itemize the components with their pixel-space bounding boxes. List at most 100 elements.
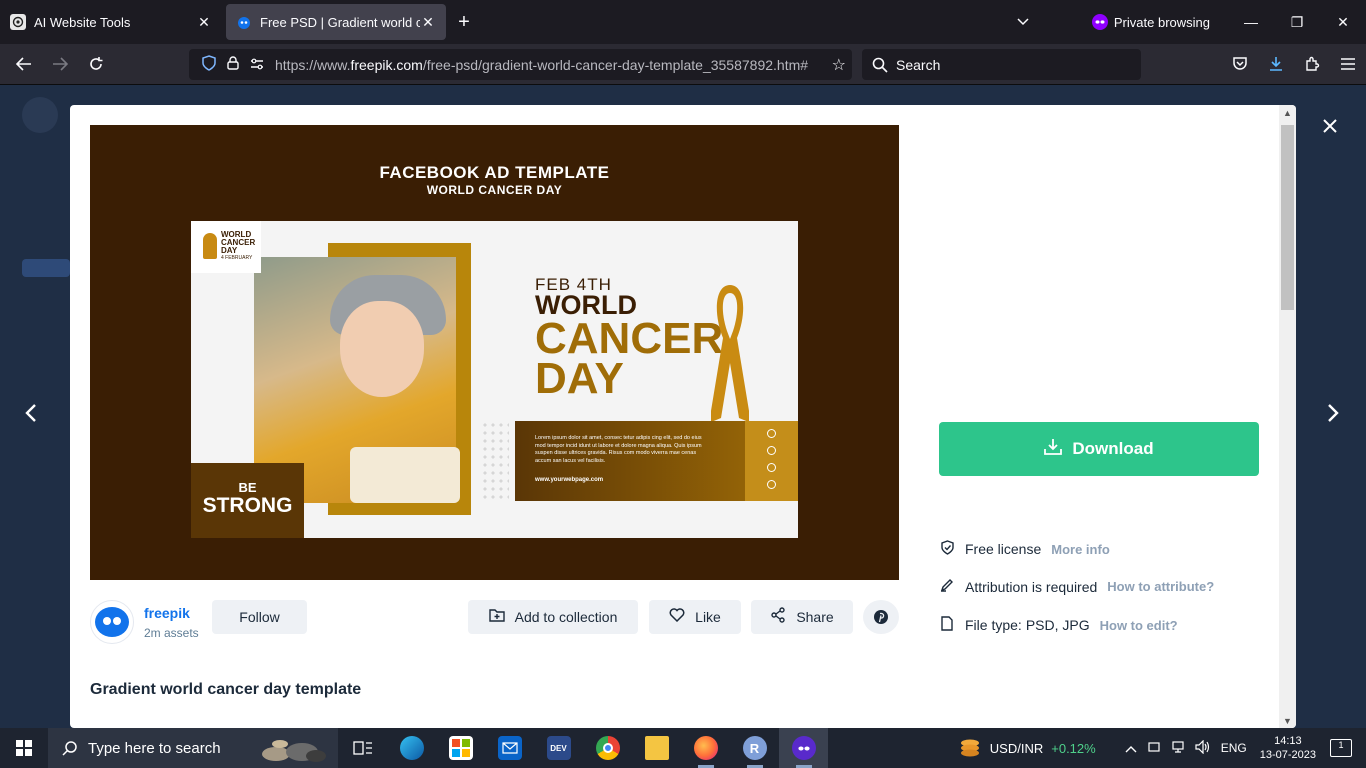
url-text[interactable]: https://www.freepik.com/free-psd/gradien…: [275, 57, 811, 73]
taskbar-search[interactable]: Type here to search: [48, 728, 338, 768]
volume-icon[interactable]: [1195, 739, 1211, 757]
preview-heading: FACEBOOK AD TEMPLATE: [379, 163, 610, 182]
clock[interactable]: 14:13 13-07-2023: [1260, 734, 1316, 762]
windows-logo-icon: [16, 740, 32, 756]
chrome-icon[interactable]: [583, 728, 632, 768]
how-to-edit-link[interactable]: How to edit?: [1100, 618, 1178, 633]
license-label: Free license: [965, 541, 1042, 557]
private-mask-icon: [1091, 14, 1108, 30]
facebook-icon: [767, 446, 776, 455]
like-button[interactable]: Like: [649, 600, 741, 634]
pen-icon: [939, 578, 955, 595]
edge-icon[interactable]: [387, 728, 436, 768]
forward-arrow-icon[interactable]: [42, 48, 78, 80]
language-indicator[interactable]: ENG: [1221, 741, 1247, 755]
new-tab-button[interactable]: +: [446, 11, 482, 34]
microsoft-store-icon[interactable]: [436, 728, 485, 768]
attribution-row: Attribution is required How to attribute…: [939, 578, 1214, 595]
notification-center-icon[interactable]: 1: [1330, 739, 1352, 757]
url-bar[interactable]: https://www.freepik.com/free-psd/gradien…: [189, 49, 852, 80]
firefox-icon[interactable]: [681, 728, 730, 768]
website-text: www.yourwebpage.com: [535, 477, 604, 483]
task-view-icon[interactable]: [338, 728, 387, 768]
search-icon: [872, 57, 888, 73]
backdrop-logo: [22, 97, 58, 133]
author-assets-count: 2m assets: [144, 625, 199, 640]
how-to-attribute-link[interactable]: How to attribute?: [1107, 579, 1214, 594]
preview-image[interactable]: FACEBOOK AD TEMPLATE WORLD CANCER DAY WO…: [90, 125, 899, 580]
scroll-up-icon[interactable]: ▲: [1279, 108, 1296, 118]
next-arrow-icon[interactable]: [1326, 403, 1340, 429]
lock-icon[interactable]: [221, 56, 245, 73]
add-to-collection-button[interactable]: Add to collection: [468, 600, 638, 634]
pocket-icon[interactable]: [1222, 48, 1258, 80]
stock-label: USD/INR: [989, 740, 1044, 756]
avatar[interactable]: [90, 600, 134, 644]
backdrop-button: [22, 259, 70, 277]
meet-now-icon[interactable]: [1147, 740, 1161, 757]
network-icon[interactable]: [1171, 740, 1185, 757]
bookmark-star-icon[interactable]: ☆: [832, 55, 846, 75]
tracking-protection-shield-icon[interactable]: [197, 55, 221, 74]
stock-widget[interactable]: USD/INR +0.12%: [958, 738, 1096, 758]
extensions-icon[interactable]: [1294, 48, 1330, 80]
preview-subheading: WORLD CANCER DAY: [426, 183, 563, 197]
scroll-down-icon[interactable]: ▼: [1279, 716, 1296, 726]
folder-plus-icon: [488, 608, 505, 626]
restore-icon[interactable]: ❐: [1274, 14, 1320, 31]
permissions-icon[interactable]: [245, 57, 269, 73]
tab-ai-website-tools[interactable]: AI Website Tools ✕: [0, 4, 222, 40]
r-app-icon[interactable]: R: [730, 728, 779, 768]
more-info-link[interactable]: More info: [1051, 542, 1110, 557]
follow-label: Follow: [239, 609, 280, 625]
share-button[interactable]: Share: [751, 600, 853, 634]
modal-scrollbar[interactable]: ▲ ▼: [1279, 105, 1296, 728]
download-icon: [1044, 438, 1063, 461]
private-browsing-label: Private browsing: [1113, 14, 1210, 30]
list-all-tabs-icon[interactable]: [1008, 15, 1038, 29]
collection-label: Add to collection: [514, 609, 618, 625]
asset-detail-modal: FACEBOOK AD TEMPLATE WORLD CANCER DAY WO…: [70, 105, 1296, 728]
search-icon: [62, 741, 77, 756]
instagram-icon: [767, 429, 776, 438]
search-bar[interactable]: [862, 49, 1141, 80]
firefox-private-icon[interactable]: [779, 728, 828, 768]
taskbar-search-placeholder: Type here to search: [88, 739, 221, 757]
tab-freepik[interactable]: Free PSD | Gradient world cance ✕: [226, 4, 446, 40]
previous-arrow-icon[interactable]: [24, 403, 38, 429]
url-prefix: https://www.: [275, 56, 351, 73]
dev-home-icon[interactable]: DEV: [534, 728, 583, 768]
pinterest-button[interactable]: [863, 600, 899, 634]
browser-tab-strip: AI Website Tools ✕ Free PSD | Gradient w…: [0, 0, 1366, 44]
tab-close-icon[interactable]: ✕: [196, 14, 212, 31]
modal-close-icon[interactable]: [1322, 114, 1338, 140]
tab-close-icon[interactable]: ✕: [420, 14, 436, 31]
lorem-text: Lorem ipsum dolor sit amet, consec tetur…: [535, 435, 702, 464]
start-button[interactable]: [0, 728, 48, 768]
author-name-link[interactable]: freepik: [144, 605, 199, 621]
menu-hamburger-icon[interactable]: [1330, 48, 1366, 80]
back-arrow-icon[interactable]: [6, 48, 42, 80]
chevron-up-icon[interactable]: [1125, 741, 1137, 756]
pebbles-icon: [262, 740, 326, 762]
license-row: Free license More info: [939, 540, 1110, 558]
tab-title: AI Website Tools: [34, 14, 131, 30]
minimize-icon[interactable]: —: [1228, 14, 1274, 30]
downloads-icon[interactable]: [1258, 48, 1294, 80]
download-button[interactable]: Download: [939, 422, 1259, 476]
mail-icon[interactable]: [485, 728, 534, 768]
search-input[interactable]: [896, 56, 1116, 73]
page-backdrop: FACEBOOK AD TEMPLATE WORLD CANCER DAY WO…: [0, 85, 1366, 728]
follow-button[interactable]: Follow: [212, 600, 307, 634]
windows-taskbar: Type here to search DEV R USD/INR +0.12%…: [0, 728, 1366, 768]
be-strong-block: BE STRONG: [191, 463, 304, 538]
stock-change: +0.12%: [1051, 740, 1096, 756]
close-window-icon[interactable]: ✕: [1320, 14, 1366, 31]
system-tray: USD/INR +0.12% ENG 14:13 13-07-2023 1: [958, 728, 1366, 768]
scrollbar-thumb[interactable]: [1281, 125, 1294, 310]
share-icon: [770, 607, 786, 627]
private-browsing-indicator: Private browsing: [1091, 14, 1210, 30]
reload-icon[interactable]: [78, 48, 114, 80]
file-explorer-icon[interactable]: [632, 728, 681, 768]
tab-title: Free PSD | Gradient world cance: [260, 14, 420, 30]
